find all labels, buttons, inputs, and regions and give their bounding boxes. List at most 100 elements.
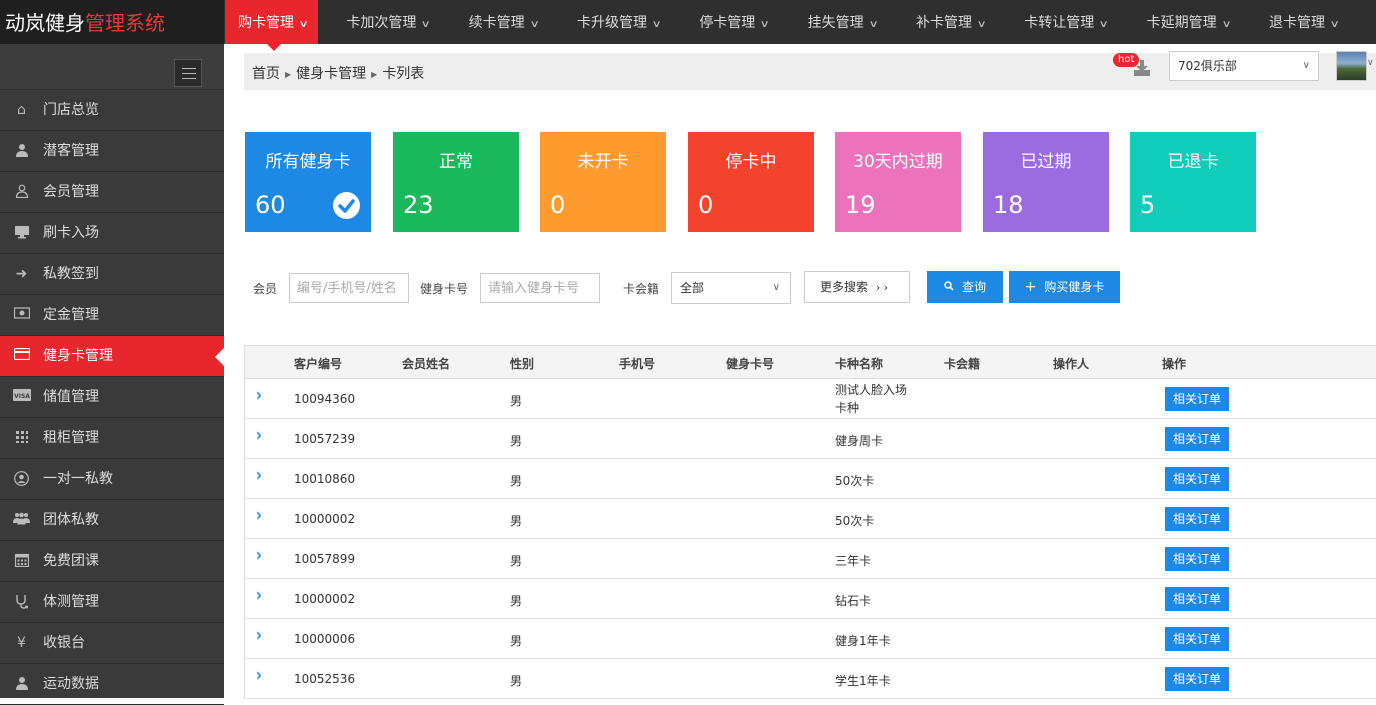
club-filter-select[interactable]: 全部 ∨	[671, 272, 791, 304]
expand-row-icon[interactable]: ›	[256, 426, 262, 447]
sign-in-icon: ➜	[15, 266, 28, 282]
sidebar-item-label: 会员管理	[43, 184, 99, 200]
users-icon	[13, 512, 30, 528]
expand-row-icon[interactable]: ›	[256, 386, 262, 407]
topnav-extend[interactable]: 卡延期管理 ∨	[1134, 0, 1241, 44]
sidebar-item-deposit[interactable]: 定金管理	[0, 295, 224, 336]
top-nav: 购卡管理 ∨ 卡加次管理 ∨ 续卡管理 ∨ 卡升级管理 ∨ 停卡管理 ∨ 挂失管理 ∨ 补卡…	[225, 0, 1364, 51]
topnav-lost[interactable]: 挂失管理 ∨	[795, 0, 888, 44]
related-orders-button[interactable]: 相关订单	[1165, 387, 1229, 411]
menu-toggle-icon[interactable]	[174, 59, 202, 87]
chevron-down-icon[interactable]: ∨	[1367, 58, 1374, 68]
topnav-label: 补卡管理	[915, 15, 972, 31]
sidebar-item-group-pt[interactable]: 团体私教	[0, 500, 224, 541]
topnav-upgrade[interactable]: 卡升级管理 ∨	[564, 0, 671, 44]
topnav-add-times[interactable]: 卡加次管理 ∨	[333, 0, 440, 44]
sidebar-item-prospects[interactable]: 潜客管理	[0, 131, 224, 172]
club-select-value: 702俱乐部	[1178, 59, 1237, 73]
chevron-down-icon: ∨	[1098, 19, 1110, 30]
breadcrumb-home[interactable]: 首页	[252, 66, 280, 82]
cell-customer-id: 10057899	[294, 552, 356, 566]
chevron-right-icon: › ›	[875, 281, 889, 294]
topnav-renew[interactable]: 续卡管理 ∨	[456, 0, 549, 44]
stat-card-all[interactable]: 所有健身卡 60	[245, 132, 371, 232]
related-orders-button[interactable]: 相关订单	[1165, 587, 1229, 611]
sidebar-item-label: 刷卡入场	[43, 225, 99, 241]
stat-card-normal[interactable]: 正常 23	[393, 132, 519, 232]
stat-card-value: 5	[1140, 191, 1156, 219]
check-circle-icon	[333, 192, 360, 219]
cell-gender: 男	[510, 674, 523, 688]
stat-card-expired[interactable]: 已过期 18	[983, 132, 1109, 232]
related-orders-button[interactable]: 相关订单	[1165, 507, 1229, 531]
club-select[interactable]: 702俱乐部 ∨	[1169, 51, 1319, 81]
expand-row-icon[interactable]: ›	[256, 546, 262, 567]
stethoscope-icon	[13, 594, 30, 610]
stat-card-expiring[interactable]: 30天内过期 19	[835, 132, 961, 232]
sidebar-item-locker[interactable]: 租柜管理	[0, 418, 224, 459]
topnav-label: 卡升级管理	[576, 15, 647, 31]
sidebar-item-label: 私教签到	[43, 266, 99, 282]
related-orders-button[interactable]: 相关订单	[1165, 427, 1229, 451]
more-search-button[interactable]: 更多搜索 › ›	[804, 271, 910, 303]
col-gender: 性别	[510, 357, 535, 371]
stat-card-not-activated[interactable]: 未开卡 0	[540, 132, 666, 232]
related-orders-button[interactable]: 相关订单	[1165, 467, 1229, 491]
topnav-transfer[interactable]: 卡转让管理 ∨	[1011, 0, 1118, 44]
col-customer-id: 客户编号	[294, 357, 343, 371]
calendar-icon	[13, 553, 30, 569]
sidebar-item-stored-value[interactable]: VISA 储值管理	[0, 377, 224, 418]
stat-card-refunded[interactable]: 已退卡 5	[1130, 132, 1256, 232]
sidebar-item-one-on-one[interactable]: 一对一私教	[0, 459, 224, 500]
stat-card-value: 0	[550, 191, 566, 219]
sidebar-item-members[interactable]: 会员管理	[0, 172, 224, 213]
avatar[interactable]	[1336, 51, 1367, 81]
chevron-down-icon: ∨	[759, 19, 771, 30]
stat-card-value: 0	[698, 191, 714, 219]
sidebar-item-label: 定金管理	[43, 307, 99, 323]
sidebar-item-free-class[interactable]: 免费团课	[0, 541, 224, 582]
sidebar-item-cashier[interactable]: ¥ 收银台	[0, 623, 224, 664]
stat-card-suspended[interactable]: 停卡中 0	[688, 132, 814, 232]
sidebar-item-label: 一对一私教	[43, 471, 113, 487]
topnav-label: 购卡管理	[238, 15, 294, 31]
brand-suffix: 管理系统	[85, 11, 165, 35]
topnav-refund[interactable]: 退卡管理 ∨	[1256, 0, 1349, 44]
related-orders-button[interactable]: 相关订单	[1165, 667, 1229, 691]
search-button[interactable]: 查询	[927, 271, 1003, 303]
sidebar-item-body-test[interactable]: 体测管理	[0, 582, 224, 623]
topnav-suspend[interactable]: 停卡管理 ∨	[686, 0, 779, 44]
cell-card-type: 健身1年卡	[835, 634, 891, 648]
topnav-card-purchase[interactable]: 购卡管理 ∨	[225, 0, 319, 51]
sidebar-item-store-overview[interactable]: ⌂ 门店总览	[0, 90, 224, 131]
related-orders-button[interactable]: 相关订单	[1165, 627, 1229, 651]
topnav-reissue[interactable]: 补卡管理 ∨	[903, 0, 996, 44]
member-search-input[interactable]	[289, 273, 409, 303]
sidebar-item-fitness-card[interactable]: 健身卡管理	[0, 336, 224, 377]
desktop-icon	[13, 225, 30, 241]
caret-right-icon: ▶	[285, 70, 292, 79]
expand-row-icon[interactable]: ›	[256, 466, 262, 487]
sidebar-item-label: 运动数据	[43, 676, 99, 692]
topnav-label: 卡转让管理	[1024, 15, 1095, 31]
sidebar-item-pt-signin[interactable]: ➜ 私教签到	[0, 254, 224, 295]
cell-card-type: 学生1年卡	[835, 674, 891, 688]
breadcrumb-fitness-card[interactable]: 健身卡管理	[296, 66, 366, 82]
topnav-label: 停卡管理	[699, 15, 756, 31]
expand-row-icon[interactable]: ›	[256, 626, 262, 647]
expand-row-icon[interactable]: ›	[256, 506, 262, 527]
sidebar-item-checkin[interactable]: 刷卡入场	[0, 213, 224, 254]
search-icon	[944, 271, 954, 303]
buy-card-button[interactable]: + 购买健身卡	[1009, 271, 1120, 303]
cell-card-type-line: 测试人脸入场	[835, 383, 908, 397]
chevron-down-icon: ∨	[298, 19, 309, 30]
table-row: › 10057899 男 三年卡 相关订单	[245, 539, 1376, 579]
related-orders-button[interactable]: 相关订单	[1165, 547, 1229, 571]
card-no-input[interactable]	[480, 273, 600, 303]
expand-row-icon[interactable]: ›	[256, 586, 262, 607]
col-member-name: 会员姓名	[402, 357, 451, 371]
sidebar-item-sport-data[interactable]: 运动数据	[0, 664, 224, 705]
table-row: › 10000002 男 50次卡 相关订单	[245, 499, 1376, 539]
expand-row-icon[interactable]: ›	[256, 666, 262, 687]
caret-right-icon: ▶	[371, 70, 378, 79]
